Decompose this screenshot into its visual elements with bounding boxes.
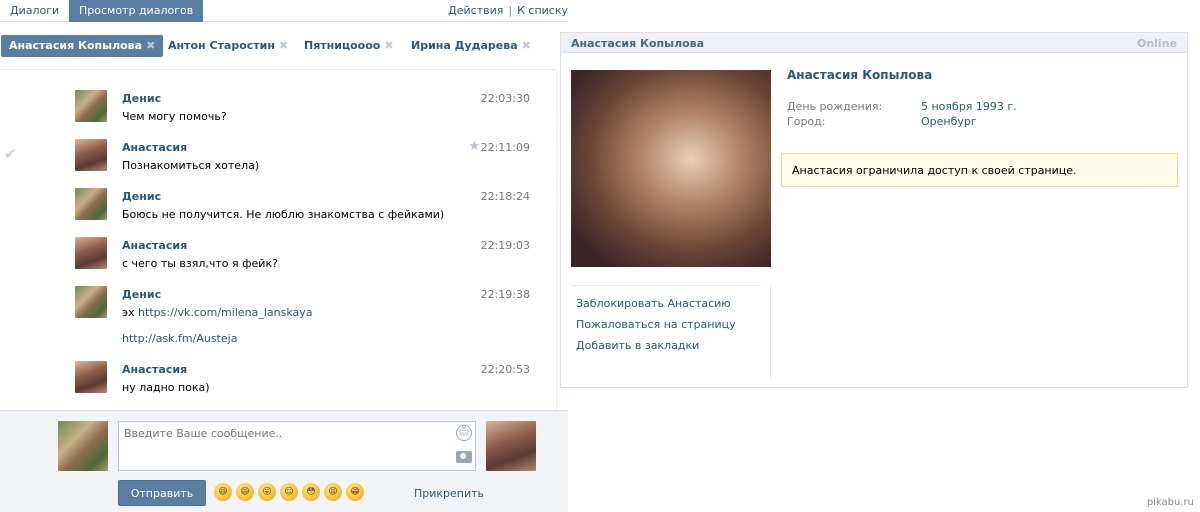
my-avatar[interactable] bbox=[58, 421, 108, 471]
star-icon[interactable]: ★ bbox=[468, 139, 480, 154]
smile-icon[interactable]: ☺ bbox=[456, 425, 472, 441]
report-page-link[interactable]: Пожаловаться на страницу bbox=[571, 317, 761, 338]
divider bbox=[0, 69, 556, 70]
chat-tabs-bar: Анастасия Копылова ✖ Антон Старостин ✖ Пят… bbox=[0, 35, 568, 59]
message-author[interactable]: Анастасия bbox=[122, 239, 187, 252]
chat-tab[interactable]: Анастасия Копылова ✖ bbox=[1, 35, 164, 57]
birthday-label: День рождения: bbox=[787, 100, 883, 113]
attach-link[interactable]: Прикрепить bbox=[414, 487, 484, 500]
topnav-separator: | bbox=[508, 4, 513, 17]
message-text: Чем могу помочь? bbox=[122, 110, 227, 123]
message-time: 22:03:30 bbox=[480, 92, 530, 105]
chat-tab-label: Анастасия Копылова bbox=[9, 39, 143, 52]
add-bookmark-link[interactable]: Добавить в закладки bbox=[571, 338, 761, 359]
emoji-laughing-icon[interactable]: 😆 bbox=[214, 483, 232, 501]
chat-tab-label: Антон Старостин bbox=[168, 39, 275, 52]
profile-header: Анастасия Копылова Online bbox=[561, 33, 1187, 53]
avatar[interactable] bbox=[75, 90, 107, 122]
profile-header-name[interactable]: Анастасия Копылова bbox=[571, 37, 704, 50]
emoji-tired-icon[interactable]: 😫 bbox=[324, 483, 342, 501]
message-text: Познакомиться хотела) bbox=[122, 159, 260, 172]
message-item: Денис 22:03:30 Чем могу помочь? bbox=[0, 90, 556, 130]
divider bbox=[770, 285, 771, 379]
city-value[interactable]: Оренбург bbox=[921, 115, 977, 128]
dialog-column: Диалоги Просмотр диалогов Действия | К спи… bbox=[0, 0, 568, 512]
message-text: Боюсь не получится. Не люблю знакомства … bbox=[122, 208, 445, 221]
message-time: 22:11:09 bbox=[480, 141, 530, 154]
online-status: Online bbox=[1136, 37, 1177, 50]
compose-area: ☺ Отправить 😆 😄 😜 ☺ 😳 😫 😁 Прикрепить bbox=[0, 410, 568, 512]
avatar[interactable] bbox=[75, 237, 107, 269]
access-restricted-notice: Анастасия ограничила доступ к своей стра… bbox=[781, 153, 1178, 187]
avatar[interactable] bbox=[75, 139, 107, 171]
message-text: эх https://vk.com/milena_lanskaya bbox=[122, 306, 313, 319]
message-time: 22:19:38 bbox=[480, 288, 530, 301]
profile-city-row: Город: Оренбург bbox=[787, 115, 977, 128]
message-item: Денис 22:19:38 эх https://vk.com/milena_… bbox=[0, 286, 556, 350]
message-author[interactable]: Денис bbox=[122, 92, 161, 105]
avatar[interactable] bbox=[75, 286, 107, 318]
actions-menu-link[interactable]: Действия bbox=[448, 4, 503, 17]
message-time: 22:20:53 bbox=[480, 363, 530, 376]
close-icon[interactable]: ✖ bbox=[279, 39, 288, 52]
emoji-smile-icon[interactable]: 😄 bbox=[236, 483, 254, 501]
topnav-actions: Действия | К списку bbox=[448, 0, 568, 22]
tab-dialogs[interactable]: Диалоги bbox=[0, 0, 69, 22]
message-text: ну ладно пока) bbox=[122, 381, 210, 394]
watermark: pikabu.ru bbox=[1146, 497, 1194, 508]
message-link[interactable]: https://vk.com/milena_lanskaya bbox=[138, 306, 312, 319]
profile-birthday-row: День рождения: 5 ноября 1993 г. bbox=[787, 100, 1017, 113]
block-user-link[interactable]: Заблокировать Анастасию bbox=[571, 296, 761, 317]
message-text: с чего ты взял,что я фейк? bbox=[122, 257, 278, 270]
message-time: 22:19:03 bbox=[480, 239, 530, 252]
send-button[interactable]: Отправить bbox=[118, 480, 206, 506]
message-item: Анастасия 22:20:53 ну ладно пока) bbox=[0, 361, 556, 401]
check-icon[interactable]: ✔ bbox=[4, 145, 17, 163]
profile-panel: Анастасия Копылова Online Анастасия Копы… bbox=[560, 32, 1188, 388]
tab-view-dialogs[interactable]: Просмотр диалогов bbox=[69, 0, 204, 22]
camera-icon[interactable] bbox=[456, 451, 472, 463]
emoji-flushed-icon[interactable]: 😳 bbox=[302, 483, 320, 501]
back-to-list-link[interactable]: К списку bbox=[517, 4, 568, 17]
message-time: 22:18:24 bbox=[480, 190, 530, 203]
message-author[interactable]: Денис bbox=[122, 288, 161, 301]
city-label: Город: bbox=[787, 115, 826, 128]
chat-tab[interactable]: Ирина Дударева ✖ bbox=[403, 35, 539, 57]
avatar[interactable] bbox=[75, 188, 107, 220]
chat-tab[interactable]: Антон Старостин ✖ bbox=[160, 35, 296, 57]
message-item: Анастасия 22:19:03 с чего ты взял,что я … bbox=[0, 237, 556, 277]
chat-tab-label: Ирина Дударева bbox=[411, 39, 518, 52]
message-author[interactable]: Анастасия bbox=[122, 141, 187, 154]
message-author[interactable]: Анастасия bbox=[122, 363, 187, 376]
profile-name[interactable]: Анастасия Копылова bbox=[787, 68, 932, 82]
message-link[interactable]: http://ask.fm/Austeja bbox=[122, 332, 237, 345]
birthday-value[interactable]: 5 ноября 1993 г. bbox=[921, 100, 1017, 113]
close-icon[interactable]: ✖ bbox=[522, 39, 531, 52]
message-text-prefix: эх bbox=[122, 306, 139, 319]
message-author[interactable]: Денис bbox=[122, 190, 161, 203]
profile-photo[interactable] bbox=[571, 70, 771, 267]
emoji-blush-icon[interactable]: ☺ bbox=[280, 483, 298, 501]
interlocutor-avatar[interactable] bbox=[486, 421, 536, 471]
avatar[interactable] bbox=[75, 361, 107, 393]
close-icon[interactable]: ✖ bbox=[384, 39, 393, 52]
close-icon[interactable]: ✖ bbox=[146, 39, 155, 52]
top-navigation: Диалоги Просмотр диалогов Действия | К спи… bbox=[0, 0, 568, 22]
chat-tab-label: Пятницоооо bbox=[304, 39, 381, 52]
emoji-wink-tongue-icon[interactable]: 😜 bbox=[258, 483, 276, 501]
message-item: ✔ Анастасия ★ 22:11:09 Познакомиться хот… bbox=[0, 139, 556, 179]
chat-tab[interactable]: Пятницоооо ✖ bbox=[296, 35, 402, 57]
emoji-grin-icon[interactable]: 😁 bbox=[346, 483, 364, 501]
message-input[interactable] bbox=[118, 421, 476, 471]
profile-actions: Заблокировать Анастасию Пожаловаться на … bbox=[571, 285, 761, 359]
message-item: Денис 22:18:24 Боюсь не получится. Не лю… bbox=[0, 188, 556, 228]
